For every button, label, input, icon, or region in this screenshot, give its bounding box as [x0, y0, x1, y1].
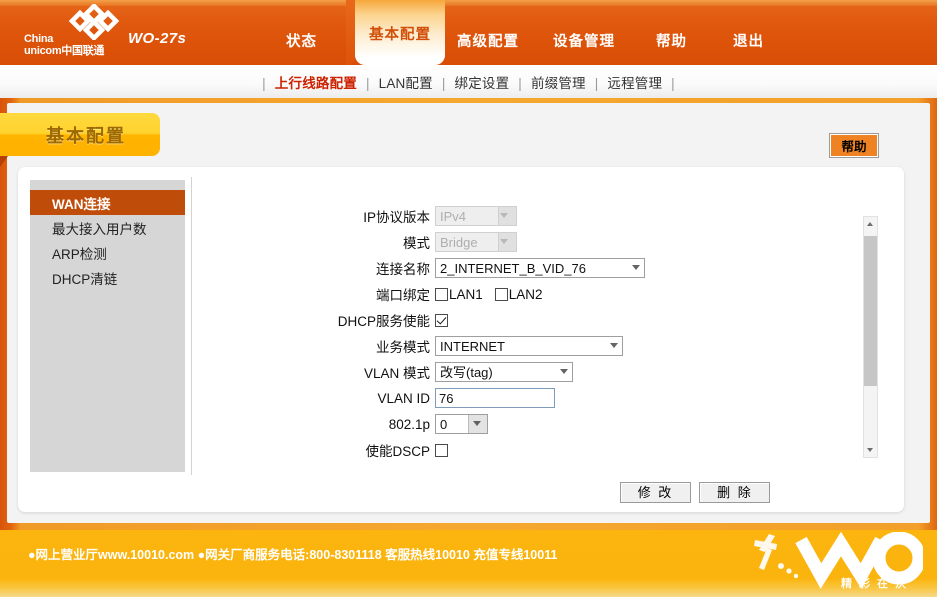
subnav-separator-1: |: [361, 76, 375, 91]
form-row-connection-name: 连接名称 2_INTERNET_B_VID_76: [201, 255, 863, 281]
subnav-separator-0: |: [257, 76, 271, 91]
delete-button[interactable]: 删 除: [699, 482, 770, 503]
sidebar-menu: WAN连接 最大接入用户数 ARP检测 DHCP清链: [30, 180, 185, 472]
label-service-mode: 业务模式: [201, 336, 435, 356]
label-ip-version: IP协议版本: [201, 206, 435, 226]
label-port-binding: 端口绑定: [201, 284, 435, 304]
connection-name-select[interactable]: 2_INTERNET_B_VID_76: [435, 258, 645, 278]
sidebar-item-wan-connection[interactable]: WAN连接: [30, 190, 185, 215]
form-row-ip-version: IP协议版本 IPv4: [201, 203, 863, 229]
form-actions: 修 改 删 除: [620, 482, 774, 503]
tab-logout[interactable]: 退出: [733, 30, 764, 51]
help-button[interactable]: 帮助: [830, 134, 878, 157]
page-footer: ●网上营业厅www.10010.com ●网关厂商服务电话:800-830111…: [0, 530, 937, 597]
brand-line-1: China: [24, 34, 104, 46]
subnav-separator-5: |: [666, 76, 680, 91]
chevron-down-icon: [867, 448, 874, 452]
form-row-mode: 模式 Bridge: [201, 229, 863, 255]
subnav-item-binding-settings[interactable]: 绑定设置: [455, 76, 510, 91]
subnav-separator-3: |: [513, 76, 527, 91]
top-header-bar: China unicom中国联通 WO-27s 状态 基本配置 高级配置 设备管…: [0, 0, 937, 65]
scrollbar-thumb[interactable]: [864, 236, 877, 386]
chevron-up-icon: [867, 222, 874, 226]
label-mode: 模式: [201, 232, 435, 252]
mode-select: Bridge: [435, 232, 517, 252]
subnav-item-prefix-management[interactable]: 前缀管理: [531, 76, 586, 91]
sidebar-item-arp-detect[interactable]: ARP检测: [30, 240, 185, 265]
sidebar-top-spacer: [30, 180, 185, 190]
subnav-separator-4: |: [590, 76, 604, 91]
page-title: 基本配置: [46, 122, 126, 148]
mode-select-wrap: Bridge: [435, 232, 517, 252]
page-title-ribbon: 基本配置: [0, 113, 160, 156]
ip-version-select: IPv4: [435, 206, 517, 226]
label-dot1p: 802.1p: [201, 417, 435, 432]
tab-device-management[interactable]: 设备管理: [553, 30, 615, 51]
dhcp-enable-checkbox[interactable]: [435, 314, 448, 327]
unicom-wordmark: China unicom中国联通: [24, 34, 104, 57]
footer-contact-text: ●网上营业厅www.10010.com ●网关厂商服务电话:800-830111…: [28, 544, 557, 563]
lan1-checkbox[interactable]: [435, 288, 448, 301]
content-card: WAN连接 最大接入用户数 ARP检测 DHCP清链 IP协议版本 IPv4 模…: [18, 167, 904, 512]
vlan-mode-select-wrap: 改写(tag): [435, 362, 573, 382]
router-admin-page: China unicom中国联通 WO-27s 状态 基本配置 高级配置 设备管…: [0, 0, 937, 597]
sidebar-divider: [191, 177, 192, 475]
service-mode-select[interactable]: INTERNET: [435, 336, 623, 356]
tab-basic-config[interactable]: 基本配置: [355, 0, 445, 65]
vlan-mode-select[interactable]: 改写(tag): [435, 362, 573, 382]
tab-help[interactable]: 帮助: [656, 30, 687, 51]
form-row-vlan-mode: VLAN 模式 改写(tag): [201, 359, 863, 385]
sub-navigation-bar: | 上行线路配置 | LAN配置 | 绑定设置 | 前缀管理 | 远程管理 |: [0, 65, 937, 98]
form-scrollbar[interactable]: [863, 216, 878, 458]
service-mode-select-wrap: INTERNET: [435, 336, 623, 356]
footer-tagline: 精彩在沃: [841, 575, 913, 591]
scroll-down-button[interactable]: [864, 443, 877, 457]
form-row-dot1p: 802.1p 0: [201, 411, 863, 437]
subnav-item-wan-line-config[interactable]: 上行线路配置: [275, 76, 357, 91]
device-model-label: WO-27s: [128, 30, 186, 47]
sub-navigation-list: | 上行线路配置 | LAN配置 | 绑定设置 | 前缀管理 | 远程管理 |: [257, 72, 680, 92]
label-dscp-enable: 使能DSCP: [201, 440, 435, 460]
tab-status[interactable]: 状态: [286, 30, 317, 51]
form-row-service-mode: 业务模式 INTERNET: [201, 333, 863, 359]
dot1p-select[interactable]: 0: [435, 414, 488, 434]
label-vlan-mode: VLAN 模式: [201, 362, 435, 382]
vlan-id-input[interactable]: [435, 388, 555, 408]
label-vlan-id: VLAN ID: [201, 391, 435, 406]
scroll-up-button[interactable]: [864, 217, 877, 231]
label-dhcp-enable: DHCP服务使能: [201, 310, 435, 330]
sidebar-item-max-users[interactable]: 最大接入用户数: [30, 215, 185, 240]
form-row-vlan-id: VLAN ID: [201, 385, 863, 411]
form-row-dscp-enable: 使能DSCP: [201, 437, 863, 463]
subnav-separator-2: |: [437, 76, 451, 91]
form-row-dhcp-enable: DHCP服务使能: [201, 307, 863, 333]
sidebar-item-dhcp-clear[interactable]: DHCP清链: [30, 265, 185, 290]
wan-connection-form: IP协议版本 IPv4 模式 Bridge: [201, 203, 863, 466]
dot1p-select-wrap: 0: [435, 414, 488, 434]
modify-button[interactable]: 修 改: [620, 482, 691, 503]
lan1-label: LAN1: [449, 287, 483, 302]
label-connection-name: 连接名称: [201, 258, 435, 278]
brand-line-2: unicom中国联通: [24, 46, 104, 58]
subnav-item-lan-config[interactable]: LAN配置: [379, 76, 433, 91]
subnav-item-remote-management[interactable]: 远程管理: [607, 76, 662, 91]
form-row-port-binding: 端口绑定 LAN1 LAN2: [201, 281, 863, 307]
tab-advanced-config[interactable]: 高级配置: [457, 30, 519, 51]
ip-version-select-wrap: IPv4: [435, 206, 517, 226]
connection-name-select-wrap: 2_INTERNET_B_VID_76: [435, 258, 645, 278]
lan2-checkbox[interactable]: [495, 288, 508, 301]
lan2-label: LAN2: [509, 287, 543, 302]
dscp-enable-checkbox[interactable]: [435, 444, 448, 457]
